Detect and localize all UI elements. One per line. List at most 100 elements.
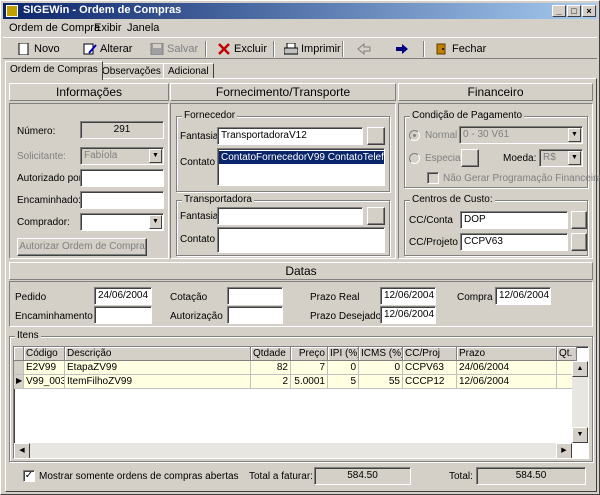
excluir-button[interactable]: Excluir	[217, 41, 267, 57]
total-label: Total:	[449, 471, 473, 482]
toolbar-separator	[205, 41, 207, 57]
especial-button[interactable]	[461, 149, 479, 167]
alterar-button[interactable]: Alterar	[83, 41, 132, 57]
scroll-down-icon[interactable]: ▼	[572, 427, 588, 443]
moeda-select[interactable]: R$ ▼	[539, 149, 583, 167]
menu-ordem-de-compra[interactable]: Ordem de Compra	[9, 22, 100, 34]
window-title: SIGEWin - Ordem de Compras	[23, 4, 182, 16]
col-ipi[interactable]: IPI (%)	[328, 347, 359, 361]
table-row[interactable]: ▶ V99_003 ItemFilhoZV99 2 5.0001 5 55 CC…	[14, 375, 574, 389]
chevron-down-icon: ▼	[568, 151, 581, 165]
autorizado-field[interactable]	[80, 169, 164, 187]
cc-conta-field[interactable]: DOP	[460, 211, 568, 229]
total-faturar-value: 584.50	[314, 467, 411, 485]
itens-title: Itens	[15, 330, 41, 341]
mostrar-abertas-checkbox[interactable]: ✓	[23, 470, 35, 482]
centros-title: Centros de Custo:	[410, 194, 495, 205]
cell-ipi[interactable]: 0	[328, 361, 359, 375]
novo-button[interactable]: Novo	[17, 41, 60, 57]
col-qtr[interactable]: Qt. R	[557, 347, 577, 361]
autorizacao-field[interactable]	[227, 306, 283, 324]
autorizacao-label: Autorização	[170, 311, 223, 322]
maximize-button[interactable]: □	[567, 5, 581, 17]
next-button[interactable]	[395, 41, 412, 57]
transportadora-contato-memo[interactable]	[217, 227, 385, 253]
cc-projeto-field[interactable]: CCPV63	[460, 233, 568, 251]
fechar-button[interactable]: Fechar	[435, 41, 486, 57]
cell-ccproj[interactable]: CCPV63	[403, 361, 457, 375]
tab-ordem-de-compras[interactable]: Ordem de Compras	[5, 61, 103, 80]
menu-bar: Ordem de Compra Exibir Janela	[3, 20, 597, 36]
cell-codigo[interactable]: V99_003	[24, 375, 65, 389]
transportadora-lookup-button[interactable]	[367, 207, 385, 225]
cell-ipi[interactable]: 5	[328, 375, 359, 389]
cell-qtdade[interactable]: 82	[251, 361, 291, 375]
itens-grid[interactable]: Código Descrição Qtdade Preço IPI (%) IC…	[13, 346, 589, 459]
cell-descricao[interactable]: EtapaZV99	[65, 361, 251, 375]
tab-observacoes[interactable]: Observações	[97, 63, 166, 79]
vertical-scrollbar[interactable]: ▲ ▼	[572, 361, 588, 443]
cell-preco[interactable]: 7	[291, 361, 328, 375]
transportadora-fantasia-label: Fantasia	[180, 211, 219, 222]
cell-ccproj[interactable]: CCCP12	[403, 375, 457, 389]
minimize-button[interactable]: _	[552, 5, 566, 17]
cell-qtdade[interactable]: 2	[251, 375, 291, 389]
autorizar-ordem-button[interactable]: Autorizar Ordem de Compra	[17, 238, 147, 256]
tab-pane-ordem-de-compras: Informações Fornecimento/Transporte Fina…	[5, 78, 600, 492]
comprador-select[interactable]: ▼	[80, 213, 164, 231]
cotacao-label: Cotação	[170, 292, 208, 303]
cell-codigo[interactable]: E2V99	[24, 361, 65, 375]
encaminhado-field[interactable]	[80, 191, 164, 209]
cell-prazo[interactable]: 24/06/2004	[457, 361, 557, 375]
nao-gerar-checkbox[interactable]	[427, 172, 439, 184]
compra-field[interactable]: 12/06/2004	[495, 287, 551, 305]
fornecedor-lookup-button[interactable]	[367, 127, 385, 145]
transportadora-fantasia-field[interactable]	[217, 207, 363, 225]
previous-button[interactable]	[357, 41, 374, 57]
prazo-real-field[interactable]: 12/06/2004	[380, 287, 436, 305]
cc-projeto-lookup-button[interactable]	[571, 233, 587, 251]
menu-janela[interactable]: Janela	[127, 22, 159, 34]
encaminhado-label: Encaminhado:	[17, 195, 81, 206]
menu-exibir[interactable]: Exibir	[94, 22, 122, 34]
tab-adicional[interactable]: Adicional	[163, 63, 214, 79]
col-prazo[interactable]: Prazo	[457, 347, 557, 361]
col-codigo[interactable]: Código	[24, 347, 65, 361]
col-qtdade[interactable]: Qtdade	[251, 347, 291, 361]
pedido-field[interactable]: 24/06/2004	[94, 287, 152, 305]
close-button[interactable]: ×	[582, 5, 596, 17]
col-ccproj[interactable]: CC/Proj	[403, 347, 457, 361]
prazo-desejado-field[interactable]: 12/06/2004	[380, 306, 436, 324]
horizontal-scrollbar[interactable]: ◀ ▶	[14, 443, 572, 458]
normal-select[interactable]: 0 - 30 V61 ▼	[459, 126, 583, 144]
toolbar-separator	[273, 41, 275, 57]
scroll-up-icon[interactable]: ▲	[572, 361, 588, 377]
especial-radio[interactable]	[409, 153, 420, 164]
normal-radio[interactable]	[409, 130, 420, 141]
cell-descricao[interactable]: ItemFilhoZV99	[65, 375, 251, 389]
col-icms[interactable]: ICMS (%)	[359, 347, 403, 361]
arrow-left-icon	[357, 42, 371, 56]
cotacao-field[interactable]	[227, 287, 283, 305]
compra-label: Compra	[457, 292, 493, 303]
financeiro-panel: Condição de Pagamento Normal 0 - 30 V61 …	[398, 103, 600, 259]
cc-conta-lookup-button[interactable]	[571, 211, 587, 229]
col-descricao[interactable]: Descrição	[65, 347, 251, 361]
condicao-pagamento-group: Condição de Pagamento Normal 0 - 30 V61 …	[404, 110, 600, 188]
scroll-right-icon[interactable]: ▶	[556, 443, 572, 458]
cell-preco[interactable]: 5.0001	[291, 375, 328, 389]
cell-prazo[interactable]: 12/06/2004	[457, 375, 557, 389]
encaminhamento-field[interactable]	[94, 306, 152, 324]
table-row[interactable]: E2V99 EtapaZV99 82 7 0 0 CCPV63 24/06/20…	[14, 361, 574, 375]
cell-icms[interactable]: 0	[359, 361, 403, 375]
imprimir-button[interactable]: Imprimir	[283, 41, 341, 57]
contato-selected[interactable]: ContatoFornecedorV99 ContatoTelefone	[219, 151, 384, 164]
fornecedor-fantasia-field[interactable]: TransportadoraV12	[217, 127, 363, 145]
col-preco[interactable]: Preço	[291, 347, 328, 361]
salvar-button[interactable]: Salvar	[150, 41, 198, 57]
cell-icms[interactable]: 55	[359, 375, 403, 389]
fornecedor-contato-memo[interactable]: ContatoFornecedorV99 ContatoTelefone	[217, 148, 385, 186]
scroll-left-icon[interactable]: ◀	[14, 443, 30, 458]
prazo-desejado-label: Prazo Desejado	[310, 311, 382, 322]
total-faturar-label: Total a faturar:	[249, 471, 313, 482]
